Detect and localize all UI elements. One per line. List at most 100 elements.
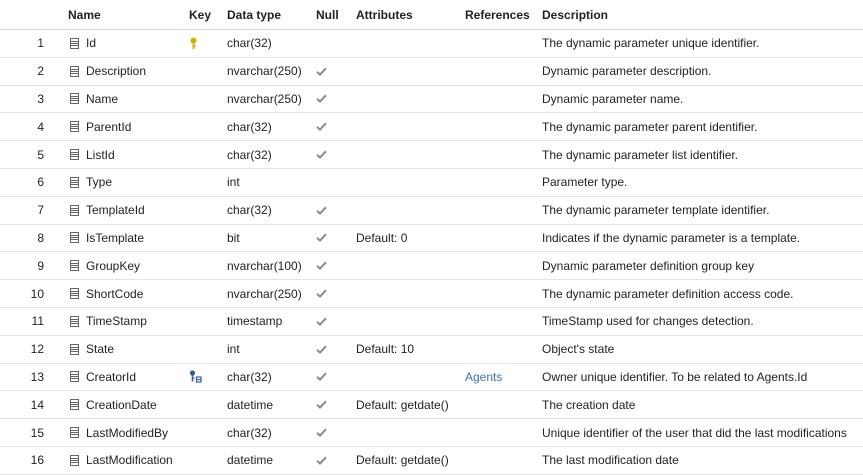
column-icon [70,141,82,168]
table-row[interactable]: 14 CreationDate datetime Default: getdate()… [0,391,863,420]
column-name[interactable]: TemplateId [86,197,145,224]
row-number: 5 [37,147,44,162]
table-row[interactable]: 6 Type int Parameter type. [0,169,863,197]
column-name[interactable]: CreatorId [86,364,136,391]
column-icon [70,252,82,279]
data-type: nvarchar(250) [227,286,302,301]
column-icon [70,364,82,391]
description: Dynamic parameter description. [542,64,712,79]
column-icon [70,30,82,57]
nullable-check-icon [316,364,327,391]
row-number: 11 [31,314,44,329]
header-null[interactable]: Null [316,0,339,29]
data-type: char(32) [227,36,272,51]
description: TimeStamp used for changes detection. [542,314,754,329]
column-name[interactable]: Type [86,169,112,196]
column-icon [70,391,82,418]
header-key[interactable]: Key [189,0,211,29]
column-name[interactable]: GroupKey [86,252,140,279]
column-name[interactable]: ShortCode [86,280,143,307]
row-number: 15 [30,425,44,440]
column-icon [70,86,82,113]
columns-table: Name Key Data type Null Attributes Refer… [0,0,863,475]
row-number: 16 [30,453,44,468]
column-icon [70,336,82,363]
row-number: 1 [37,36,44,51]
table-header: Name Key Data type Null Attributes Refer… [0,0,863,30]
table-row[interactable]: 3 Name nvarchar(250) Dynamic parameter name… [0,86,863,114]
header-attributes[interactable]: Attributes [356,0,413,29]
nullable-check-icon [316,225,327,252]
table-row[interactable]: 1 Id char(32) The dynamic parameter unique … [0,30,863,58]
nullable-check-icon [316,141,327,168]
column-name[interactable]: Name [86,86,118,113]
column-icon [70,113,82,140]
table-row[interactable]: 13 CreatorId char(32) Agents Owner unique id… [0,364,863,392]
attributes: Default: getdate() [356,397,449,412]
table-row[interactable]: 4 ParentId char(32) The dynamic parameter p… [0,113,863,142]
header-description[interactable]: Description [542,0,608,29]
table-row[interactable]: 8 IsTemplate bit Default: 0 Indicates if the… [0,225,863,253]
description: The dynamic parameter parent identifier. [542,119,758,134]
primary-key-icon [189,30,211,57]
description: Indicates if the dynamic parameter is a … [542,230,801,245]
column-name[interactable]: IsTemplate [86,225,144,252]
description: The creation date [542,397,636,412]
attributes: Default: 0 [356,230,408,245]
nullable-check-icon [316,86,327,113]
data-type: datetime [227,453,274,468]
column-name[interactable]: ListId [86,141,115,168]
column-name[interactable]: TimeStamp [86,308,147,335]
description: Unique identifier of the user that did t… [542,425,847,440]
row-number: 12 [30,342,44,357]
row-number: 10 [30,286,44,301]
table-row[interactable]: 5 ListId char(32) The dynamic parameter lis… [0,141,863,169]
table-row[interactable]: 16 LastModification datetime Default: getda… [0,447,863,475]
data-type: char(32) [227,369,272,384]
data-type: datetime [227,397,274,412]
data-type: bit [227,230,240,245]
column-name[interactable]: ParentId [86,113,131,140]
column-name[interactable]: Id [86,30,96,57]
header-references[interactable]: References [465,0,530,29]
row-number: 14 [30,397,44,412]
description: Dynamic parameter name. [542,91,684,106]
column-name[interactable]: LastModifiedBy [86,419,168,446]
attributes: Default: 10 [356,342,415,357]
table-row[interactable]: 7 TemplateId char(32) The dynamic parameter… [0,197,863,225]
data-type: int [227,175,240,190]
nullable-check-icon [316,252,327,279]
column-icon [70,308,82,335]
description: The dynamic parameter definition access … [542,286,794,301]
column-name[interactable]: Description [86,58,146,85]
column-name[interactable]: CreationDate [86,391,157,418]
table-row[interactable]: 2 Description nvarchar(250) Dynamic paramet… [0,58,863,86]
column-name[interactable]: State [86,336,114,363]
table-row[interactable]: 9 GroupKey nvarchar(100) Dynamic parameter … [0,252,863,281]
data-type: int [227,342,240,357]
data-type: char(32) [227,147,272,162]
description: Object's state [542,342,615,357]
nullable-check-icon [316,308,327,335]
description: The dynamic parameter unique identifier. [542,36,760,51]
nullable-check-icon [316,391,327,418]
nullable-check-icon [316,280,327,307]
reference-link[interactable]: Agents [465,364,502,391]
column-name[interactable]: LastModification [86,447,173,474]
data-type: char(32) [227,119,272,134]
header-name[interactable]: Name [68,0,101,29]
header-data-type[interactable]: Data type [227,0,281,29]
nullable-check-icon [316,419,327,446]
table-row[interactable]: 11 TimeStamp timestamp TimeStamp used for c… [0,308,863,336]
column-icon [70,280,82,307]
table-row[interactable]: 15 LastModifiedBy char(32) Unique identifie… [0,419,863,447]
description: The dynamic parameter template identifie… [542,203,770,218]
table-row[interactable]: 10 ShortCode nvarchar(250) The dynamic para… [0,280,863,308]
column-icon [70,447,82,474]
column-icon [70,197,82,224]
column-icon [70,419,82,446]
row-number: 3 [37,91,44,106]
nullable-check-icon [316,197,327,224]
column-icon [70,58,82,85]
table-row[interactable]: 12 State int Default: 10 Object's state [0,336,863,364]
